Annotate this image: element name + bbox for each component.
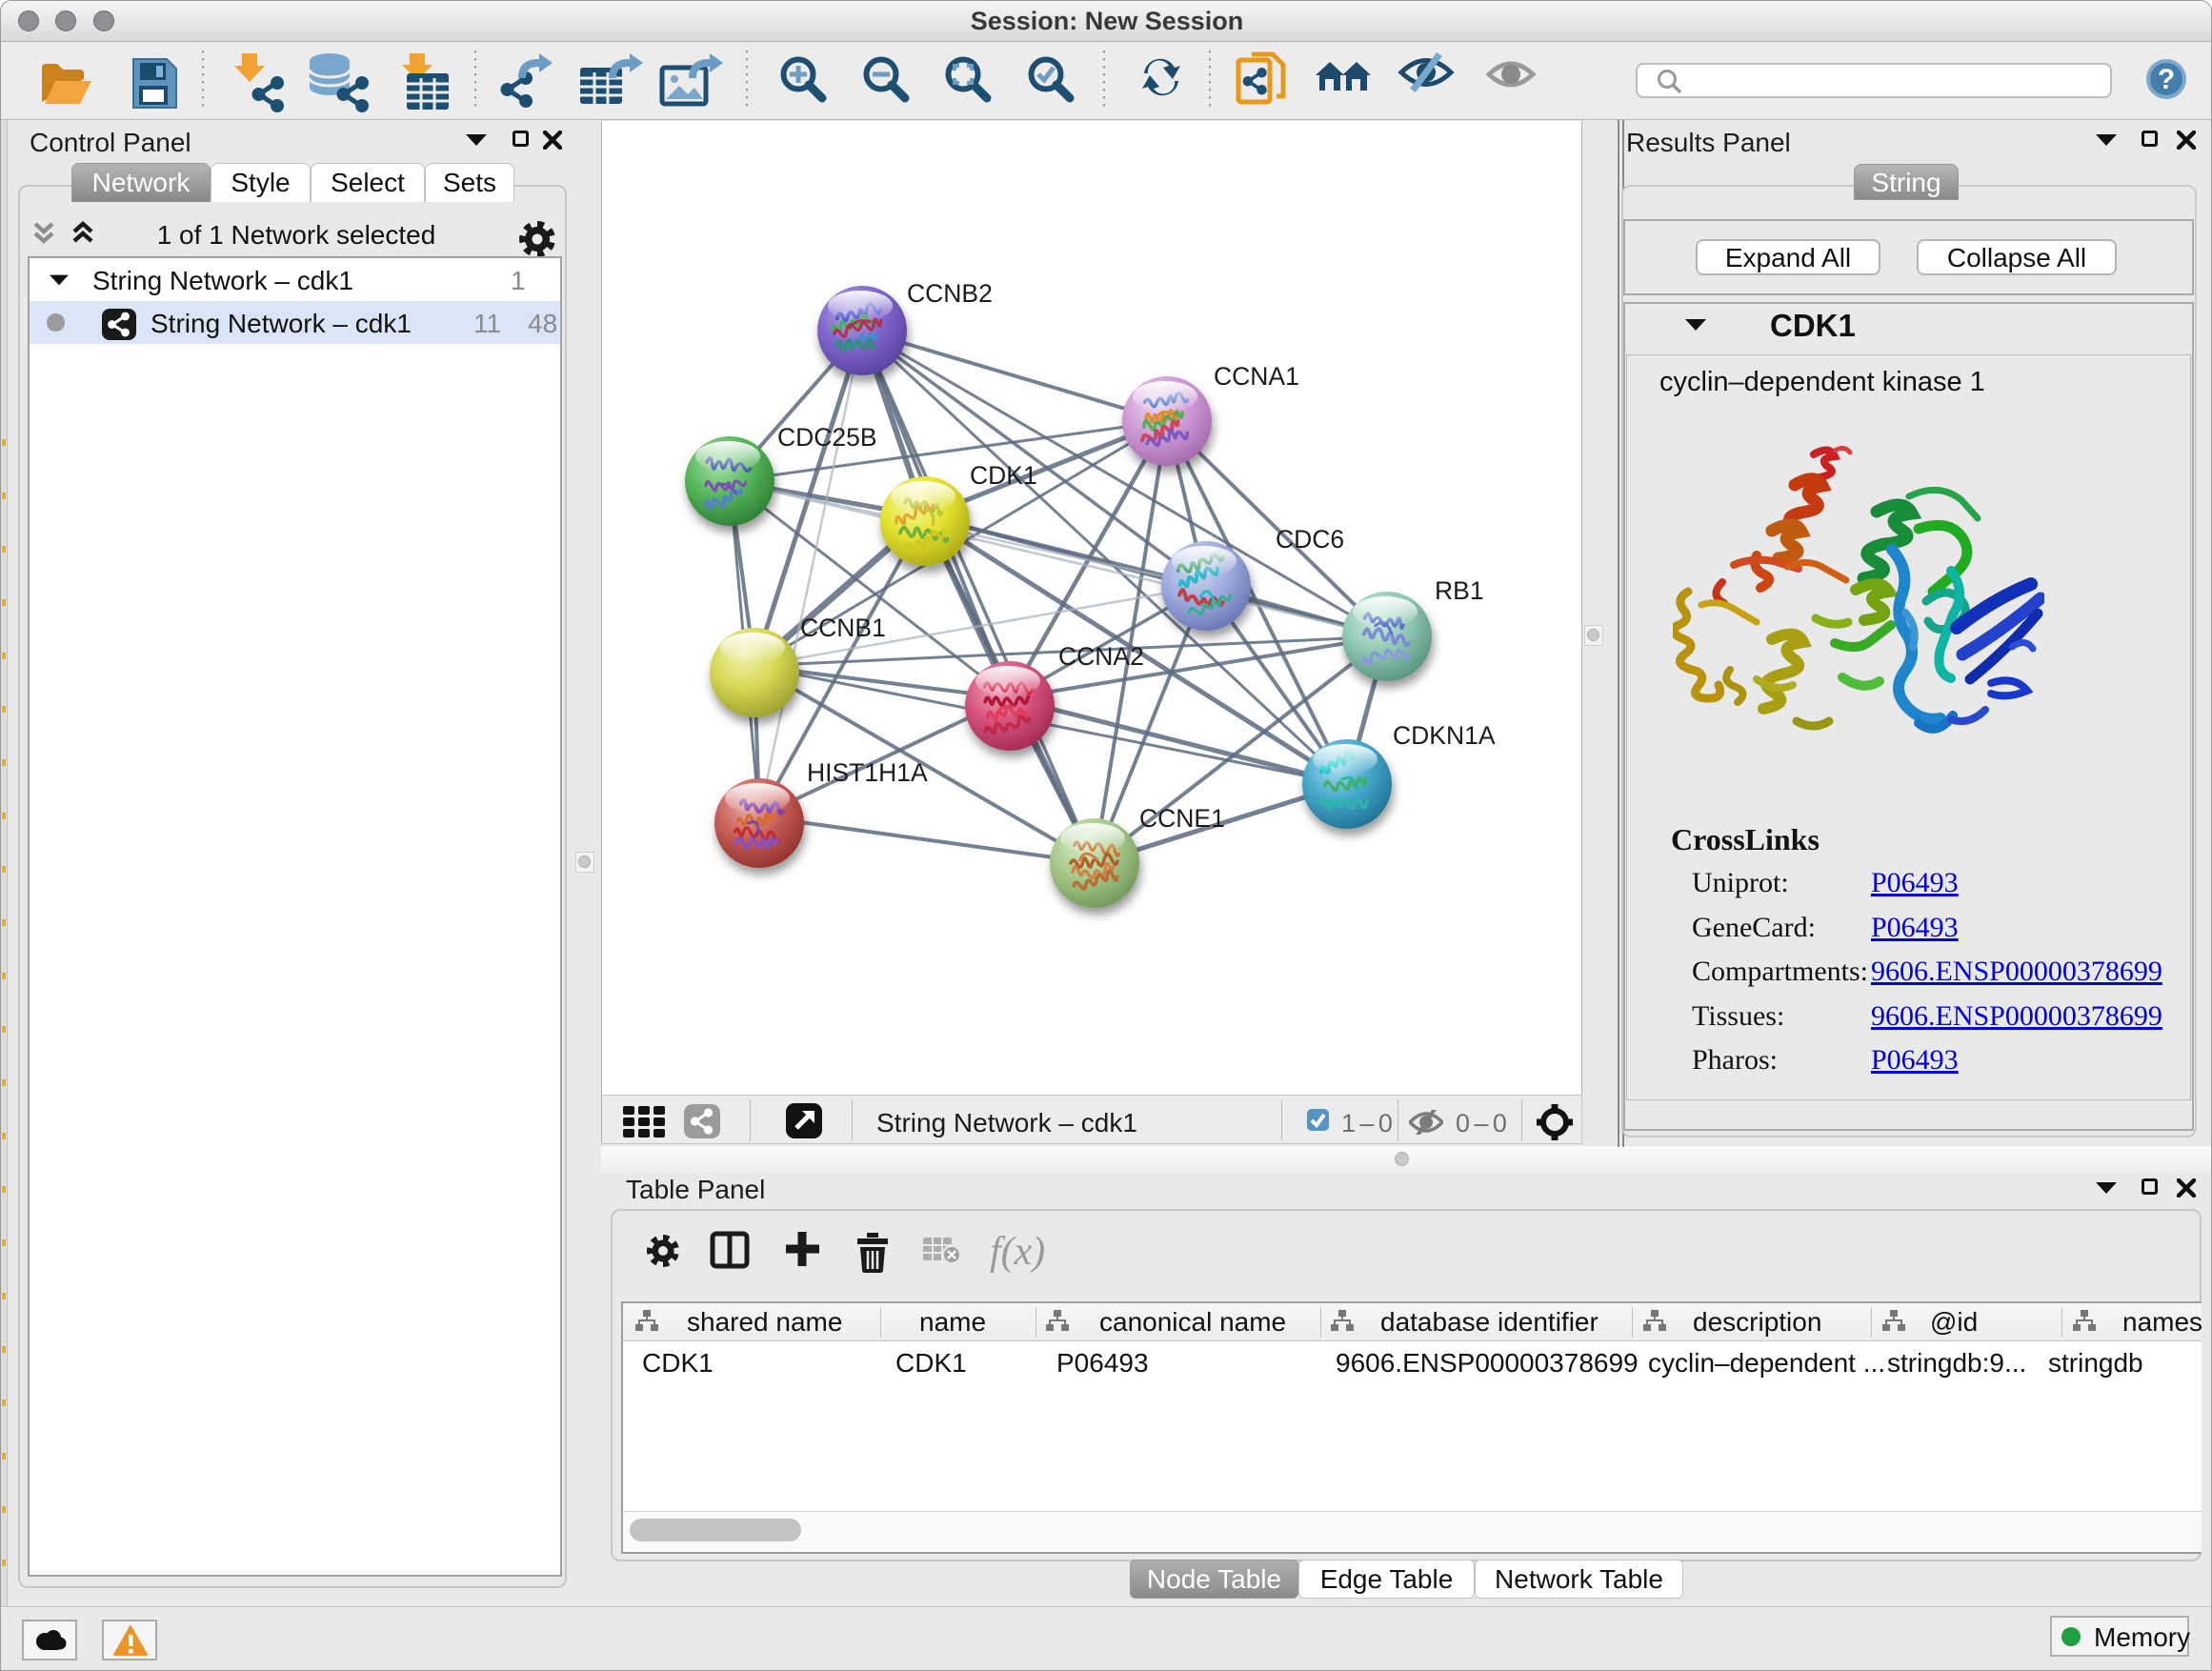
svg-text:f(x): f(x): [990, 1230, 1045, 1274]
svg-text:RB1: RB1: [1435, 576, 1484, 605]
svg-text:CCNA2: CCNA2: [1058, 642, 1144, 671]
svg-text:CDC25B: CDC25B: [777, 423, 877, 452]
svg-text:CCNB1: CCNB1: [800, 614, 886, 642]
svg-text:CDK1: CDK1: [970, 461, 1037, 490]
svg-text:CCNA1: CCNA1: [1214, 362, 1299, 391]
svg-text:CDC6: CDC6: [1276, 525, 1344, 554]
svg-text:CCNB2: CCNB2: [907, 279, 993, 308]
svg-text:?: ?: [2158, 64, 2175, 95]
svg-text:HIST1H1A: HIST1H1A: [807, 758, 928, 787]
svg-text:CCNE1: CCNE1: [1139, 804, 1225, 833]
svg-text:CDKN1A: CDKN1A: [1393, 721, 1496, 750]
